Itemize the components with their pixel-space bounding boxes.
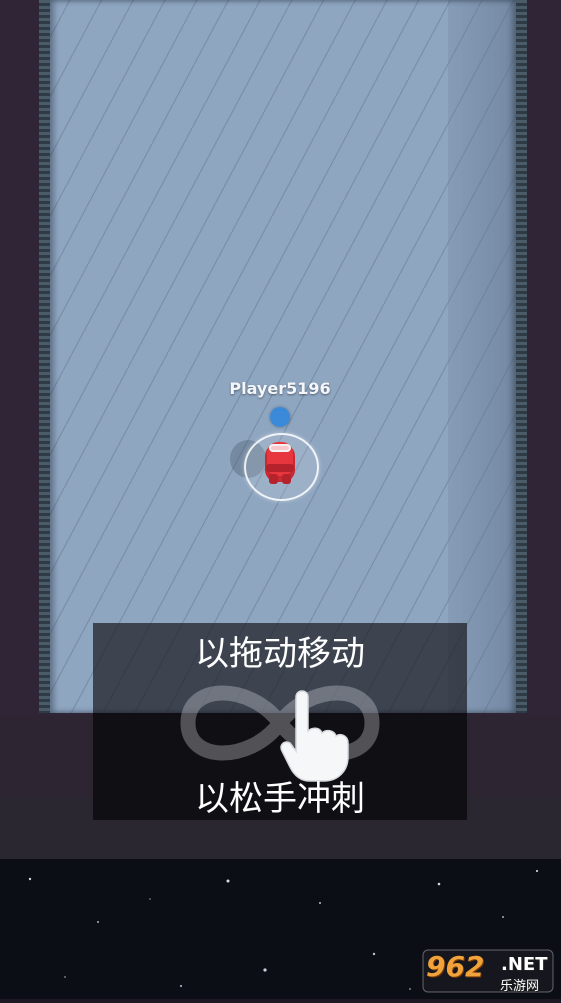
watermark-number: 962 <box>426 950 485 983</box>
watermark-suffix: .NET <box>501 954 548 975</box>
character-sprite <box>265 442 295 484</box>
player-indicator-dot <box>270 407 290 427</box>
left-rail <box>39 0 50 713</box>
right-rail <box>516 0 527 713</box>
infinity-gesture-icon <box>180 685 380 782</box>
tutorial-release-text: 以松手冲刺 <box>195 779 365 819</box>
player-character[interactable] <box>262 438 298 486</box>
tutorial-drag-text: 以拖动移动 <box>195 634 365 674</box>
player-name-label: Player5196 <box>229 379 331 398</box>
watermark-site-name: 乐游网 <box>500 979 540 994</box>
ice-edge-shadow <box>50 0 516 713</box>
